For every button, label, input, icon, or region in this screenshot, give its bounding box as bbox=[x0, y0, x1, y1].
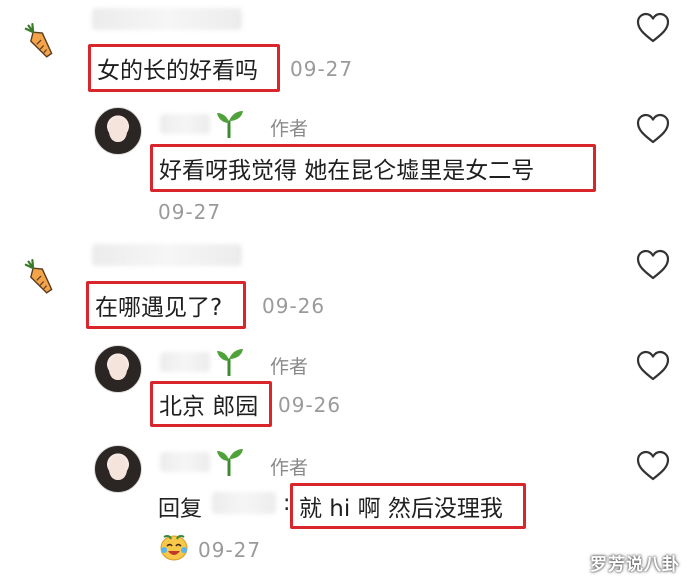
reply-to-label: 回复 bbox=[158, 497, 203, 522]
reply-text-box: 就 hi 啊 然后没理我 bbox=[290, 483, 526, 529]
author-badge: 作者 bbox=[270, 118, 309, 140]
heart-outline-icon bbox=[636, 113, 670, 144]
like-button[interactable] bbox=[636, 249, 670, 285]
sprout-badge bbox=[212, 346, 246, 380]
reply-text: 就 hi 啊 然后没理我 bbox=[299, 496, 503, 522]
sprout-icon bbox=[217, 111, 243, 139]
reply-time: 09-27 bbox=[198, 538, 262, 562]
redacted-username bbox=[160, 114, 210, 134]
author-badge: 作者 bbox=[270, 356, 309, 378]
reply-text-box: 好看呀我觉得 她在昆仑墟里是女二号 bbox=[150, 144, 596, 192]
heart-outline-icon bbox=[636, 450, 670, 481]
like-button[interactable] bbox=[636, 12, 670, 48]
author-avatar[interactable] bbox=[94, 445, 142, 493]
redacted-username bbox=[92, 8, 242, 30]
redacted-username bbox=[160, 452, 210, 472]
watermark: 罗芳说八卦 bbox=[590, 555, 680, 575]
like-button[interactable] bbox=[636, 113, 670, 149]
crying-laughing-emoji-icon bbox=[160, 534, 188, 561]
reaction-emoji bbox=[158, 532, 190, 566]
sprout-badge bbox=[212, 108, 246, 142]
redacted-username bbox=[160, 352, 210, 372]
reply-text-box: 北京 郎园 bbox=[150, 381, 272, 427]
author-avatar[interactable] bbox=[94, 345, 142, 393]
comment-time: 09-27 bbox=[290, 57, 354, 81]
redacted-reply-target[interactable] bbox=[212, 492, 276, 514]
commenter-avatar[interactable] bbox=[20, 258, 60, 302]
like-button[interactable] bbox=[636, 350, 670, 386]
comment-text-box: 在哪遇见了? bbox=[86, 281, 246, 329]
reply-time: 09-27 bbox=[158, 200, 222, 224]
author-badge: 作者 bbox=[270, 457, 309, 479]
author-avatar[interactable] bbox=[94, 107, 142, 155]
reply-text: 北京 郎园 bbox=[159, 394, 259, 420]
comment-text: 在哪遇见了? bbox=[95, 295, 223, 321]
sprout-icon bbox=[217, 449, 243, 477]
like-button[interactable] bbox=[636, 450, 670, 486]
redacted-username bbox=[92, 244, 242, 266]
carrot-avatar-icon bbox=[24, 23, 53, 58]
comment-text-box: 女的长的好看吗 bbox=[88, 44, 280, 92]
heart-outline-icon bbox=[636, 12, 670, 43]
carrot-avatar-icon bbox=[24, 259, 53, 294]
heart-outline-icon bbox=[636, 350, 670, 381]
reply-text: 好看呀我觉得 她在昆仑墟里是女二号 bbox=[159, 158, 535, 184]
commenter-avatar[interactable] bbox=[20, 22, 60, 66]
comment-time: 09-26 bbox=[262, 294, 326, 318]
reply-time: 09-26 bbox=[278, 393, 342, 417]
sprout-icon bbox=[217, 349, 243, 377]
comment-text: 女的长的好看吗 bbox=[97, 58, 258, 84]
sprout-badge bbox=[212, 446, 246, 480]
heart-outline-icon bbox=[636, 249, 670, 280]
